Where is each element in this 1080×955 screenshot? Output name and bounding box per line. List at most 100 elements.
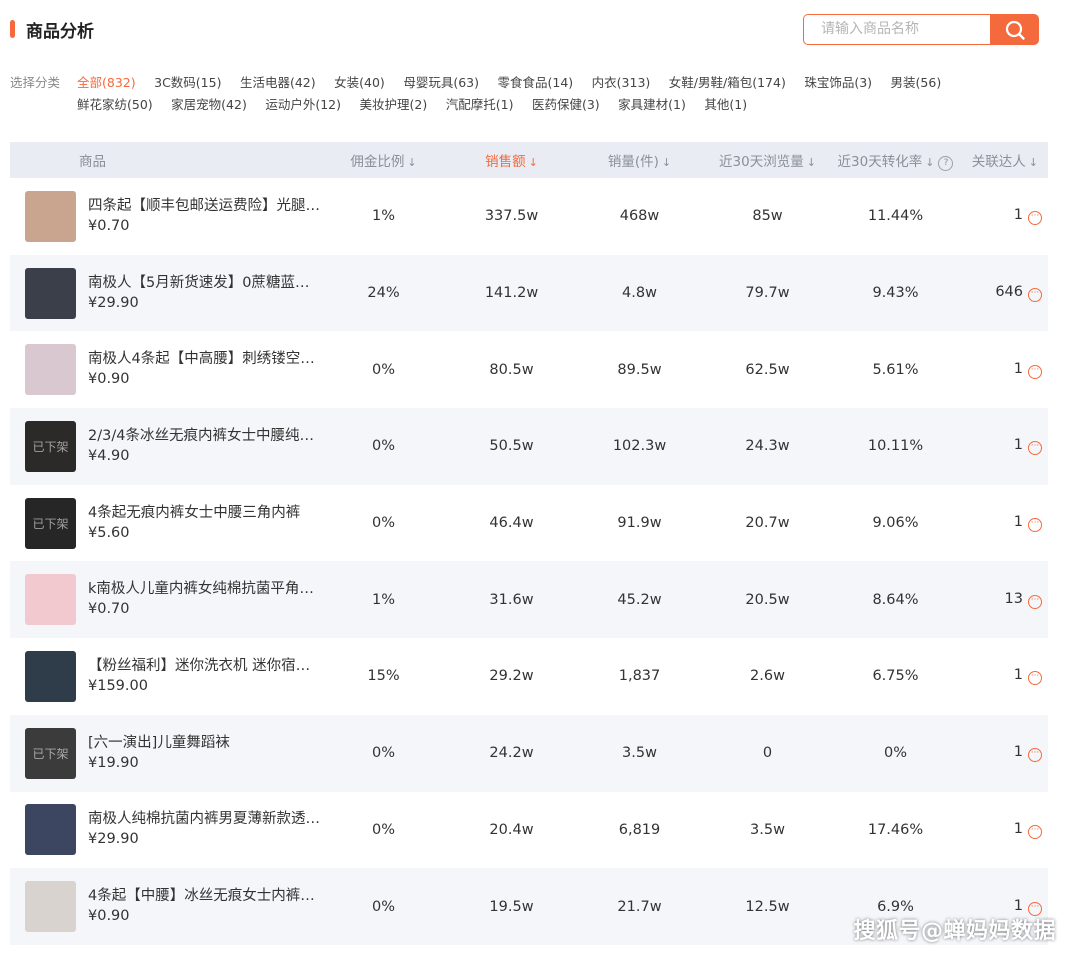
cell-conversion-30d: 9.43% [872,285,919,302]
table-row[interactable]: k南极人儿童内裤女纯棉抗菌平角… ¥0.70 1% 31.6w 45.2w 20.5w 8.… [10,561,1048,639]
product-thumbnail[interactable]: 已下架 [25,497,76,549]
category-item[interactable]: 零食食品(14) [497,72,573,94]
col-header-influencers[interactable]: 关联达人 ↓ [954,142,1048,178]
category-item[interactable]: 女鞋/男鞋/箱包(174) [669,72,786,94]
category-item[interactable]: 男装(56) [891,72,942,94]
cell-influencers: 646 ··· [954,255,1048,332]
cell-influencers: 1 ··· [954,178,1048,255]
more-icon[interactable]: ··· [1028,671,1042,686]
product-price: ¥5.60 [88,524,130,541]
help-icon[interactable]: ? [938,155,954,171]
more-icon[interactable]: ··· [1028,364,1042,379]
cell-views-30d: 2.6w [750,668,785,685]
cell-sales-amount: 31.6w [489,591,534,608]
sort-arrow-icon: ↓ [407,156,417,169]
offshelf-label: 已下架 [32,746,69,761]
product-name[interactable]: 南极人4条起【中高腰】刺绣镂空… [88,349,320,369]
product-name[interactable]: 四条起【顺丰包邮送运费险】光腿… [88,196,320,216]
more-icon[interactable]: ··· [1028,288,1042,303]
cell-commission: 24% [367,285,400,302]
influencer-count: 13 [1004,590,1023,607]
category-label: 选择分类 [10,75,61,90]
category-item[interactable]: 家具建材(1) [618,94,686,116]
more-icon[interactable]: ··· [1028,441,1042,456]
table-row[interactable]: 已下架 4条起无痕内裤女士中腰三角内裤 ¥5.60 0% 46.4w 91.9w 20.7w… [10,485,1048,562]
product-thumbnail[interactable] [25,574,76,626]
category-item[interactable]: 其他(1) [704,94,747,116]
watermark: 搜狐号@蝉妈妈数据 [853,919,1056,944]
table-row[interactable]: 四条起【顺丰包邮送运费险】光腿… ¥0.70 1% 337.5w 468w 85w 11.4… [10,178,1048,255]
product-thumbnail[interactable]: 已下架 [25,420,76,472]
more-icon[interactable]: ··· [1028,824,1042,839]
product-thumbnail[interactable] [25,267,76,319]
col-header-product: 商品 [79,154,106,170]
search-input[interactable]: 请输入商品名称 [803,14,990,45]
table-row[interactable]: 南极人纯棉抗菌内裤男夏薄新款透… ¥29.90 0% 20.4w 6,819 3.5w 17… [10,792,1048,869]
category-item[interactable]: 女装(40) [334,72,385,94]
category-item[interactable]: 医药保健(3) [532,94,600,116]
product-name[interactable]: 4条起无痕内裤女士中腰三角内裤 [88,503,320,523]
category-item[interactable]: 鲜花家纺(50) [77,94,153,116]
category-item[interactable]: 家居宠物(42) [171,94,247,116]
cell-commission: 0% [371,361,395,378]
product-thumbnail[interactable] [25,881,76,933]
table-row[interactable]: 南极人4条起【中高腰】刺绣镂空… ¥0.90 0% 80.5w 89.5w 62.5w 5.… [10,331,1048,408]
search-icon [1005,20,1025,40]
cell-views-30d: 20.5w [745,591,790,608]
more-icon[interactable]: ··· [1028,518,1042,533]
col-header-views-30d[interactable]: 近30天浏览量 ↓ [698,142,837,178]
table-row[interactable]: 已下架 2/3/4条冰丝无痕内裤女士中腰纯… ¥4.90 0% 50.5w 102.3w 2… [10,408,1048,485]
product-name[interactable]: 2/3/4条冰丝无痕内裤女士中腰纯… [88,426,320,446]
product-thumbnail[interactable] [25,344,76,396]
product-name[interactable]: 南极人纯棉抗菌内裤男夏薄新款透… [88,809,320,829]
cell-views-30d: 3.5w [750,821,785,838]
search-button[interactable] [990,14,1039,45]
cell-commission: 0% [371,515,395,532]
influencer-count: 1 [1013,514,1023,531]
product-table: 商品 佣金比例 ↓ 销售额 ↓ 销量(件) ↓ 近30天浏览量 ↓ 近30天转化率 ↓? … [10,142,1048,945]
cell-conversion-30d: 0% [883,745,907,762]
cell-commission: 1% [371,208,395,225]
cell-influencers: 13 ··· [954,561,1048,638]
product-name[interactable]: k南极人儿童内裤女纯棉抗菌平角… [88,579,320,599]
category-item[interactable]: 内衣(313) [592,72,651,94]
sort-arrow-icon: ↓ [925,155,935,169]
col-header-sales-volume[interactable]: 销量(件) ↓ [581,142,698,178]
product-price: ¥19.90 [88,754,139,771]
category-item[interactable]: 美妆护理(2) [360,94,428,116]
influencer-count: 1 [1013,437,1023,454]
cell-product: 南极人【5月新货速发】0蔗糖蓝山… ¥29.90 [10,255,325,332]
col-header-sales-amount[interactable]: 销售额 ↓ [442,142,581,178]
product-name[interactable]: 4条起【中腰】冰丝无痕女士内裤… [88,886,320,906]
col-header-conversion-30d[interactable]: 近30天转化率 ↓? [837,142,954,178]
col-header-commission[interactable]: 佣金比例 ↓ [325,142,442,178]
cell-influencers: 1 ··· [954,331,1048,408]
product-name[interactable]: [六一演出]儿童舞蹈袜 [88,733,320,753]
table-row[interactable]: 已下架 [六一演出]儿童舞蹈袜 ¥19.90 0% 24.2w 3.5w 0 0% 1 ··· [10,714,1048,792]
more-icon[interactable]: ··· [1028,748,1042,763]
cell-sales-volume: 21.7w [617,898,662,915]
category-item[interactable]: 全部(832) [77,72,136,94]
category-item[interactable]: 运动户外(12) [265,94,341,116]
cell-conversion-30d: 6.75% [872,668,919,685]
category-item[interactable]: 珠宝饰品(3) [804,72,872,94]
category-item[interactable]: 3C数码(15) [154,72,221,94]
product-thumbnail[interactable] [25,190,76,242]
product-name[interactable]: 【粉丝福利】迷你洗衣机 迷你宿… [88,656,320,676]
cell-sales-amount: 19.5w [489,898,534,915]
category-item[interactable]: 母婴玩具(63) [403,72,479,94]
table-row[interactable]: 南极人【5月新货速发】0蔗糖蓝山… ¥29.90 24% 141.2w 4.8w 79.7… [10,254,1048,332]
cell-conversion-30d: 5.61% [872,361,919,378]
product-name[interactable]: 南极人【5月新货速发】0蔗糖蓝山… [88,273,320,293]
cell-product: 已下架 4条起无痕内裤女士中腰三角内裤 ¥5.60 [10,485,325,562]
category-item[interactable]: 生活电器(42) [240,72,316,94]
product-thumbnail[interactable] [25,804,76,856]
table-row[interactable]: 【粉丝福利】迷你洗衣机 迷你宿… ¥159.00 15% 29.2w 1,837 2.6w… [10,638,1048,715]
table-header-row: 商品 佣金比例 ↓ 销售额 ↓ 销量(件) ↓ 近30天浏览量 ↓ 近30天转化率 ↓? … [10,142,1048,178]
cell-product: 【粉丝福利】迷你洗衣机 迷你宿… ¥159.00 [10,638,325,715]
category-item[interactable]: 汽配摩托(1) [446,94,514,116]
product-thumbnail[interactable] [25,650,76,702]
more-icon[interactable]: ··· [1028,211,1042,226]
product-thumbnail[interactable]: 已下架 [25,727,76,779]
more-icon[interactable]: ··· [1028,594,1042,609]
